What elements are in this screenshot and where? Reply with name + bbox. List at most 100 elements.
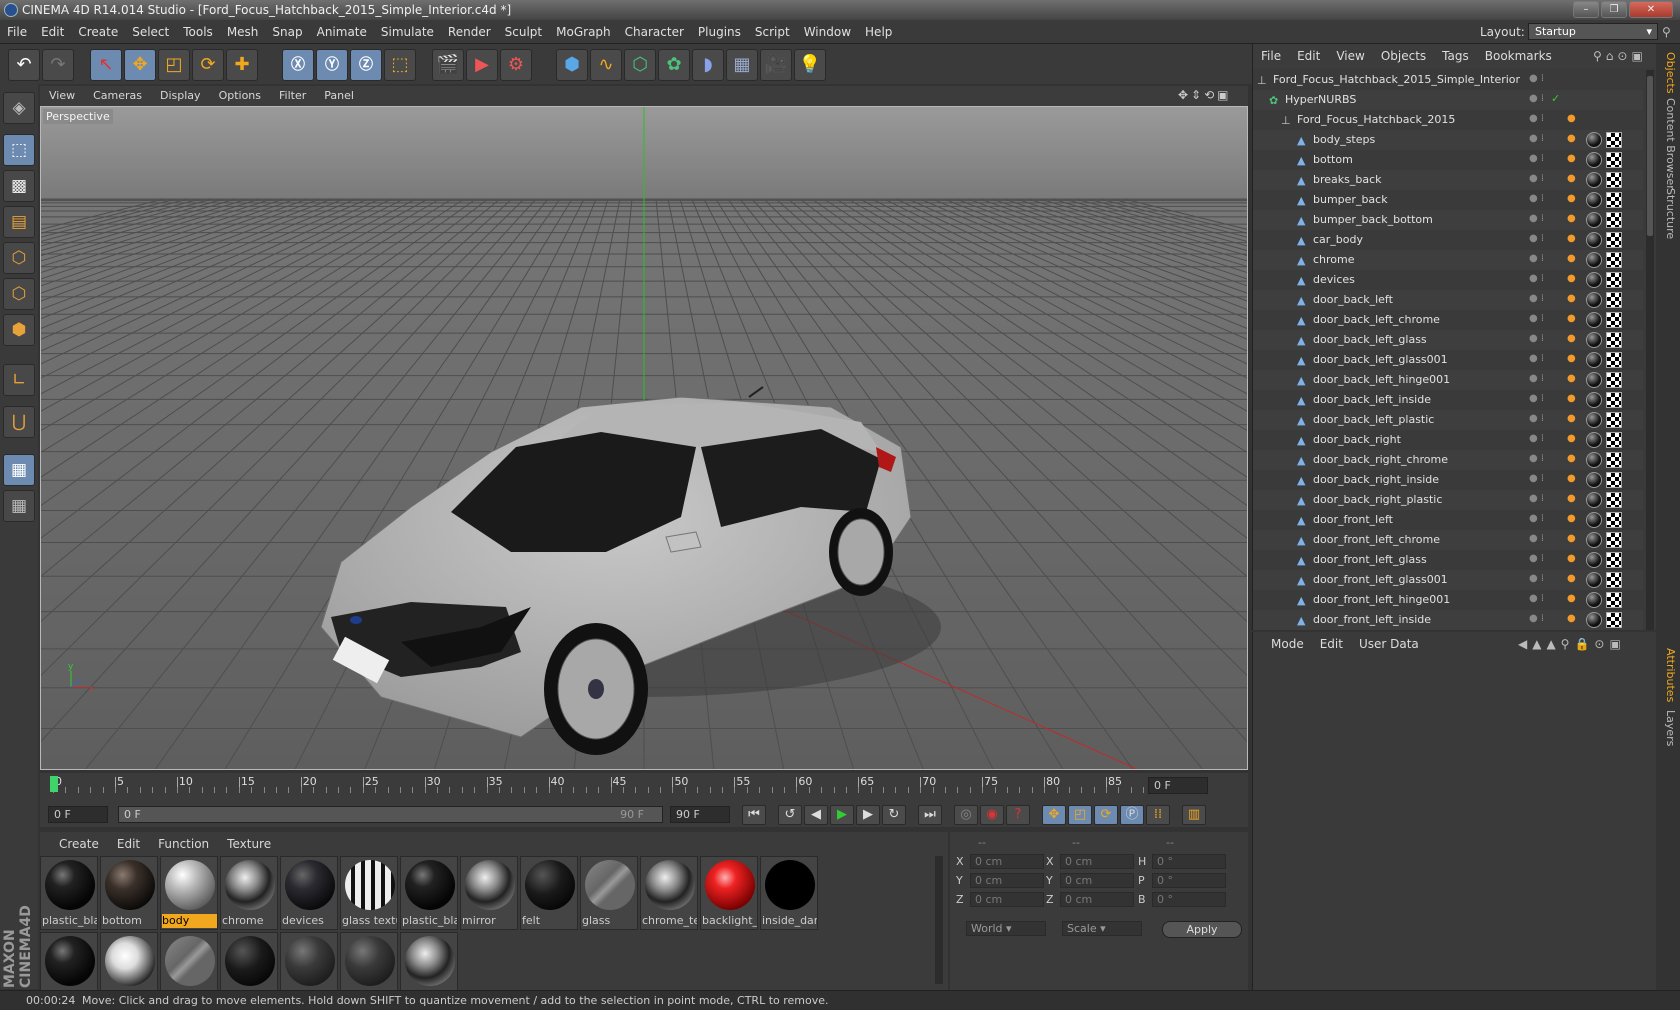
material-tag-icon[interactable] [1586, 392, 1602, 408]
snap-magnet-icon[interactable]: ⋃ [3, 406, 35, 438]
menu-item-edit[interactable]: Edit [34, 20, 71, 44]
coord-value-field[interactable]: 0 cm [970, 854, 1044, 869]
z-axis-icon[interactable]: Ⓩ [350, 49, 382, 81]
tree-polygon-object[interactable]: ▲ door_front_left ● ⁞ ● [1253, 510, 1643, 530]
tree-polygon-object[interactable]: ▲ bumper_back ● ⁞ ● [1253, 190, 1643, 210]
tree-polygon-object[interactable]: ▲ door_back_left_chrome ● ⁞ ● [1253, 310, 1643, 330]
visibility-dots[interactable]: ● ⁞ [1529, 573, 1544, 584]
viewport-menu-panel[interactable]: Panel [315, 86, 363, 105]
menu-item-create[interactable]: Create [71, 20, 125, 44]
menu-item-file[interactable]: File [0, 20, 34, 44]
next-frame-icon[interactable]: ▶ [856, 805, 880, 825]
tree-polygon-object[interactable]: ▲ breaks_back ● ⁞ ● [1253, 170, 1643, 190]
go-to-start-icon[interactable]: ⏮ [742, 805, 766, 825]
tree-polygon-object[interactable]: ▲ body_steps ● ⁞ ● [1253, 130, 1643, 150]
menu-item-tools[interactable]: Tools [176, 20, 220, 44]
visibility-dots[interactable]: ● ⁞ [1529, 233, 1544, 244]
tree-hypernurbs-object[interactable]: ✿ HyperNURBS ● ⁞ ✓ [1253, 90, 1643, 110]
material-tag-icon[interactable] [1586, 212, 1602, 228]
visibility-dots[interactable]: ● ⁞ [1529, 93, 1544, 104]
viewport-menu-view[interactable]: View [40, 86, 84, 105]
uvw-tag-icon[interactable] [1606, 272, 1622, 288]
uvw-tag-icon[interactable] [1606, 132, 1622, 148]
visibility-dots[interactable]: ● ⁞ [1529, 413, 1544, 424]
uvw-tag-icon[interactable] [1606, 372, 1622, 388]
material-tag-icon[interactable] [1586, 352, 1602, 368]
nurbs-icon[interactable]: ⬡ [624, 49, 656, 81]
visibility-dots[interactable]: ● ⁞ [1529, 153, 1544, 164]
uvw-tag-icon[interactable] [1606, 312, 1622, 328]
coord-value-field[interactable]: 0 ° [1152, 873, 1226, 888]
coord-value-field[interactable]: 0 cm [1060, 873, 1134, 888]
object-menu-view[interactable]: View [1328, 44, 1372, 68]
end-frame-field[interactable]: 90 F [670, 806, 730, 823]
previous-key-icon[interactable]: ↺ [778, 805, 802, 825]
visibility-dots[interactable]: ● ⁞ [1529, 593, 1544, 604]
axis-mode-icon[interactable]: ∟ [3, 364, 35, 396]
tree-polygon-object[interactable]: ▲ door_front_left_glass001 ● ⁞ ● [1253, 570, 1643, 590]
visibility-dots[interactable]: ● ⁞ [1529, 453, 1544, 464]
side-tab-layers[interactable]: Layers [1659, 706, 1677, 750]
redo-icon[interactable]: ↷ [42, 49, 74, 81]
minimize-button[interactable]: – [1573, 1, 1599, 18]
viewport-menu-cameras[interactable]: Cameras [84, 86, 151, 105]
material-swatch[interactable]: plastic_bla [400, 856, 458, 930]
edges-mode-icon[interactable]: ⬡ [3, 278, 35, 310]
tree-group-object[interactable]: ⊥ Ford_Focus_Hatchback_2015 ● ⁞ ● [1253, 110, 1643, 130]
material-tag-icon[interactable] [1586, 312, 1602, 328]
material-tag-icon[interactable] [1586, 592, 1602, 608]
visibility-dots[interactable]: ● ⁞ [1529, 353, 1544, 364]
texture-mode-icon[interactable]: ▩ [3, 170, 35, 202]
material-tag-icon[interactable] [1586, 452, 1602, 468]
material-tag-icon[interactable] [1586, 512, 1602, 528]
x-axis-icon[interactable]: Ⓧ [282, 49, 314, 81]
visibility-dots[interactable]: ● ⁞ [1529, 313, 1544, 324]
menu-item-select[interactable]: Select [125, 20, 176, 44]
make-editable-icon[interactable]: ◈ [3, 92, 35, 124]
grid-snap-icon[interactable]: ▦ [3, 490, 35, 522]
keyframe-selection-icon[interactable]: ? [1006, 805, 1030, 825]
rotate-tool-icon[interactable]: ⟳ [192, 49, 224, 81]
uvw-tag-icon[interactable] [1606, 552, 1622, 568]
material-swatch[interactable]: inside_dark [760, 856, 818, 930]
render-picture-viewer-icon[interactable]: ▶ [466, 49, 498, 81]
material-menu-create[interactable]: Create [50, 834, 108, 854]
uvw-tag-icon[interactable] [1606, 612, 1622, 628]
material-tag-icon[interactable] [1586, 332, 1602, 348]
material-swatch[interactable]: felt [520, 856, 578, 930]
material-tag-icon[interactable] [1586, 192, 1602, 208]
visibility-dots[interactable]: ● ⁞ [1529, 173, 1544, 184]
undo-icon[interactable]: ↶ [8, 49, 40, 81]
uvw-tag-icon[interactable] [1606, 352, 1622, 368]
uvw-tag-icon[interactable] [1606, 452, 1622, 468]
mograph-cloner-icon[interactable]: ✿ [658, 49, 690, 81]
material-tag-icon[interactable] [1586, 232, 1602, 248]
menu-item-plugins[interactable]: Plugins [691, 20, 748, 44]
uvw-tag-icon[interactable] [1606, 532, 1622, 548]
tree-polygon-object[interactable]: ▲ bottom ● ⁞ ● [1253, 150, 1643, 170]
material-swatch[interactable]: devices [280, 856, 338, 930]
camera-icon[interactable]: 🎥 [760, 49, 792, 81]
go-to-end-icon[interactable]: ⏭ [918, 805, 942, 825]
material-swatch[interactable]: backlight_ [700, 856, 758, 930]
material-swatch[interactable]: chrome [220, 856, 278, 930]
uvw-tag-icon[interactable] [1606, 152, 1622, 168]
menu-item-window[interactable]: Window [797, 20, 858, 44]
material-menu-function[interactable]: Function [149, 834, 218, 854]
maximize-button[interactable]: ❐ [1601, 1, 1627, 18]
uvw-tag-icon[interactable] [1606, 292, 1622, 308]
visibility-dots[interactable]: ● ⁞ [1529, 73, 1544, 84]
material-tag-icon[interactable] [1586, 492, 1602, 508]
frame-range-slider[interactable]: 0 F 90 F [118, 806, 663, 823]
viewport-menu-options[interactable]: Options [210, 86, 270, 105]
material-swatch[interactable]: glass textu [340, 856, 398, 930]
uvw-tag-icon[interactable] [1606, 172, 1622, 188]
tree-polygon-object[interactable]: ▲ door_front_left_glass ● ⁞ ● [1253, 550, 1643, 570]
spline-icon[interactable]: ∿ [590, 49, 622, 81]
coordinate-system-icon[interactable]: ⬚ [384, 49, 416, 81]
uvw-tag-icon[interactable] [1606, 592, 1622, 608]
model-mode-icon[interactable]: ⬚ [3, 134, 35, 166]
playhead[interactable] [50, 776, 58, 792]
material-tag-icon[interactable] [1586, 272, 1602, 288]
object-menu-edit[interactable]: Edit [1289, 44, 1328, 68]
